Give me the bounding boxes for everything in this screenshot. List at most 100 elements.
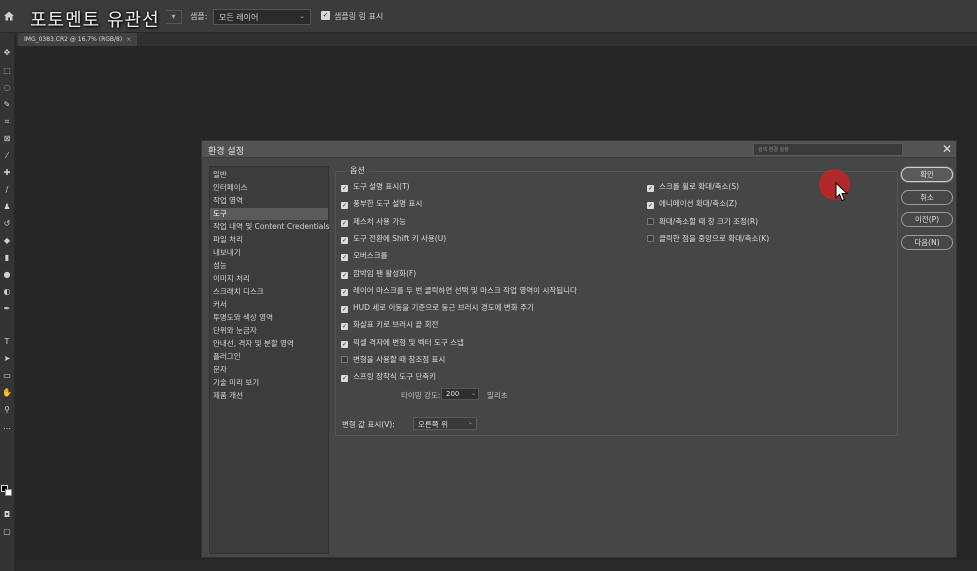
option-checkbox-row[interactable]: 클릭한 점을 중앙으로 확대/축소(K) [647, 234, 769, 246]
home-icon[interactable] [3, 10, 15, 22]
quick-select-tool-icon[interactable]: ✎ [2, 101, 12, 109]
crop-tool-icon[interactable]: ⌗ [2, 118, 12, 126]
cancel-button[interactable]: 취소 [901, 190, 953, 205]
preferences-search-input[interactable]: 검색 환경 설정 [753, 143, 903, 156]
option-checkbox-row[interactable]: ✓ 도구 전환에 Shift 키 사용(U) [341, 234, 446, 246]
option-checkbox-row[interactable]: 확대/축소할 때 창 크기 조정(R) [647, 217, 758, 229]
option-checkbox-row[interactable]: ✓ 도구 설명 표시(T) [341, 182, 410, 194]
option-checkbox-row[interactable]: 변형을 사용할 때 참조점 표시 [341, 355, 445, 367]
more-tools-icon[interactable]: … [2, 423, 12, 431]
category-item[interactable]: 인터페이스 [210, 182, 328, 194]
checkbox-checked[interactable]: ✓ [341, 236, 348, 244]
category-item[interactable]: 이미지 처리 [210, 273, 328, 285]
zoom-tool-icon[interactable]: ⚲ [2, 406, 12, 414]
category-item[interactable]: 커서 [210, 299, 328, 311]
checkbox-checked[interactable]: ✓ [341, 288, 348, 296]
eraser-tool-icon[interactable]: ◆ [2, 237, 12, 245]
brush-tool-icon[interactable]: ∕ [2, 186, 12, 194]
checkbox-checked[interactable]: ✓ [341, 185, 348, 192]
pen-tool-icon[interactable]: ✒ [2, 305, 12, 313]
category-item[interactable]: 안내선, 격자 및 분할 영역 [210, 338, 328, 350]
category-item[interactable]: 기술 미리 보기 [210, 377, 328, 389]
transform-values-label: 변형 값 표시(V): [342, 420, 395, 429]
option-label: 도구 전환에 Shift 키 사용(U) [353, 233, 447, 243]
checkbox-checked[interactable]: ✓ [341, 271, 348, 279]
category-item[interactable]: 내보내기 [210, 247, 328, 259]
category-item[interactable]: 문자 [210, 364, 328, 376]
category-item[interactable]: 작업 영역 [210, 195, 328, 207]
category-item[interactable]: 작업 내역 및 Content Credentials [210, 221, 329, 233]
blur-tool-icon[interactable]: ● [2, 271, 12, 279]
marquee-tool-icon[interactable]: ⬚ [2, 67, 12, 75]
hand-tool-icon[interactable]: ✋ [2, 389, 12, 397]
sample-label: 샘플: [190, 12, 208, 21]
screen-mode-icon[interactable]: ▢ [2, 528, 12, 536]
quick-mask-icon[interactable]: ◘ [2, 511, 12, 519]
option-checkbox-row[interactable]: ✓ 깜박임 팬 활성화(F) [341, 269, 416, 281]
shape-tool-icon[interactable]: ▭ [2, 372, 12, 380]
checkbox-unchecked[interactable] [647, 217, 654, 225]
next-button[interactable]: 다음(N) [901, 235, 953, 250]
checkbox-checked[interactable]: ✓ [341, 219, 348, 227]
category-item[interactable]: 단위와 눈금자 [210, 325, 328, 337]
checkbox-checked[interactable]: ✓ [341, 202, 348, 210]
category-item[interactable]: 파일 처리 [210, 234, 328, 246]
option-label: 애니메이션 확대/축소(Z) [659, 199, 738, 209]
option-checkbox-row[interactable]: ✓ HUD 세로 이동을 기준으로 둥근 브러시 경도에 변화 주기 [341, 303, 534, 315]
category-item[interactable]: 도구 [210, 208, 328, 220]
prev-button[interactable]: 이전(P) [901, 212, 953, 227]
sample-select[interactable]: 모든 레이어 ⌄ [213, 9, 311, 25]
stamp-tool-icon[interactable]: ♟ [2, 203, 12, 211]
checkbox-checked[interactable]: ✓ [341, 340, 348, 348]
background-color-swatch[interactable] [5, 489, 12, 496]
category-item[interactable]: 제품 개선 [210, 390, 328, 402]
sample-ring-checkbox[interactable]: ✓ [321, 11, 330, 20]
lasso-tool-icon[interactable]: ◌ [2, 84, 12, 92]
option-label: HUD 세로 이동을 기준으로 둥근 브러시 경도에 변화 주기 [353, 303, 534, 313]
checkbox-checked[interactable]: ✓ [341, 254, 348, 262]
option-checkbox-row[interactable]: ✓ 제스처 사용 가능 [341, 217, 406, 229]
move-tool-icon[interactable]: ✥ [2, 49, 12, 57]
close-icon[interactable]: × [126, 36, 131, 43]
gradient-tool-icon[interactable]: ▮ [2, 254, 12, 262]
tool-size-dropdown[interactable]: ▾ [166, 10, 182, 24]
checkbox-checked[interactable]: ✓ [341, 375, 348, 383]
type-tool-icon[interactable]: T [2, 338, 12, 346]
chevron-down-icon: ⌄ [467, 419, 473, 426]
category-item[interactable]: 스크래치 디스크 [210, 286, 328, 298]
checkbox-checked[interactable]: ✓ [647, 185, 654, 192]
option-checkbox-row[interactable]: ✓ 화살표 키로 브러시 끝 회전 [341, 320, 438, 332]
history-brush-tool-icon[interactable]: ↺ [2, 220, 12, 228]
option-checkbox-row[interactable]: ✓ 레이어 마스크를 두 번 클릭하면 선택 및 마스크 작업 영역이 시작됩니다 [341, 286, 577, 298]
option-checkbox-row[interactable]: ✓ 스프링 장착식 도구 단축키 [341, 372, 436, 384]
option-checkbox-row[interactable]: ✓ 픽셀 격자에 변형 및 벡터 도구 스냅 [341, 338, 464, 350]
checkbox-checked[interactable]: ✓ [341, 306, 348, 314]
frame-tool-icon[interactable]: ⊠ [2, 135, 12, 143]
tilt-strength-input[interactable]: 200 ⌄ [441, 388, 479, 400]
checkbox-unchecked[interactable] [647, 234, 654, 242]
option-checkbox-row[interactable]: ✓ 오버스크롤 [341, 251, 388, 263]
document-tab[interactable]: IMG_0383.CR2 @ 16.7% (RGB/8) × [18, 33, 138, 46]
healing-tool-icon[interactable]: ✚ [2, 169, 12, 177]
close-icon[interactable]: ✕ [942, 142, 952, 156]
category-item[interactable]: 플러그인 [210, 351, 328, 363]
transform-values-select[interactable]: 오른쪽 위 ⌄ [413, 417, 477, 430]
option-checkbox-row[interactable]: ✓ 풍부한 도구 설명 표시 [341, 199, 422, 211]
document-tab-bar: IMG_0383.CR2 @ 16.7% (RGB/8) × [16, 33, 977, 46]
category-item[interactable]: 투명도와 색상 영역 [210, 312, 328, 324]
checkbox-checked[interactable]: ✓ [647, 202, 654, 210]
dialog-titlebar[interactable]: 환경 설정 검색 환경 설정 ✕ [202, 141, 956, 158]
option-checkbox-row[interactable]: ✓ 스크롤 휠로 확대/축소(S) [647, 182, 739, 194]
tilt-strength-unit: 밀리초 [487, 391, 508, 400]
category-item[interactable]: 일반 [210, 169, 328, 181]
option-label: 픽셀 격자에 변형 및 벡터 도구 스냅 [353, 337, 464, 347]
eyedropper-tool-icon[interactable]: ⁄ [2, 152, 12, 160]
option-label: 도구 설명 표시(T) [353, 182, 410, 191]
category-item[interactable]: 성능 [210, 260, 328, 272]
ok-button[interactable]: 확인 [901, 167, 953, 182]
dodge-tool-icon[interactable]: ◐ [2, 288, 12, 296]
path-select-tool-icon[interactable]: ➤ [2, 355, 12, 363]
checkbox-checked[interactable]: ✓ [341, 323, 348, 331]
option-checkbox-row[interactable]: ✓ 애니메이션 확대/축소(Z) [647, 199, 737, 211]
checkbox-unchecked[interactable] [341, 356, 348, 363]
